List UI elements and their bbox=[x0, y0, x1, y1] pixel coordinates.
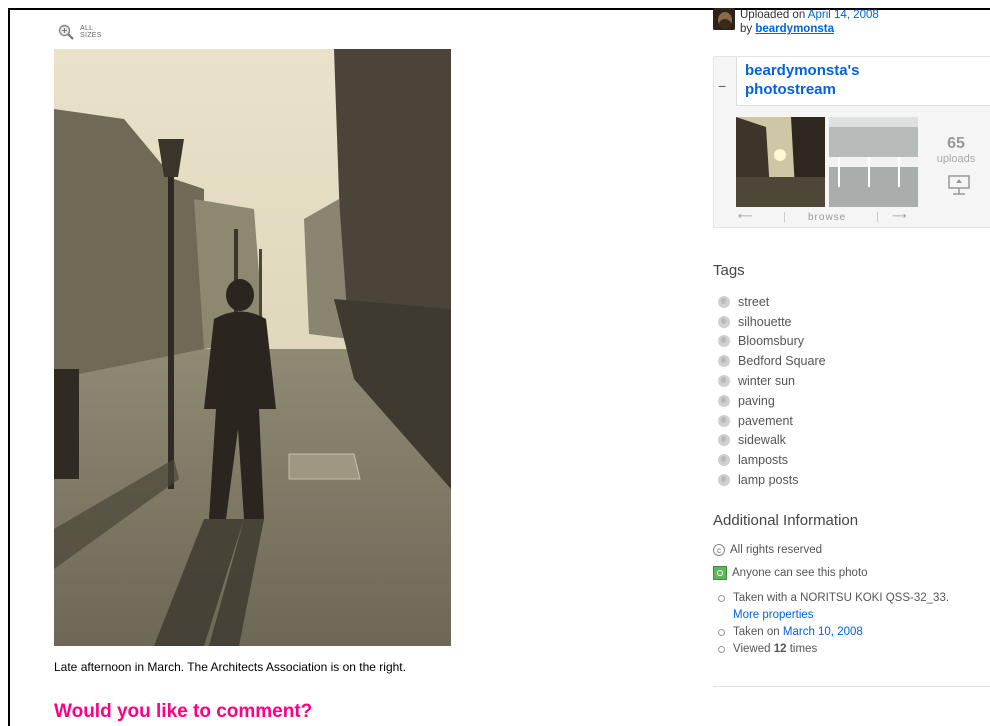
copyright-icon: c bbox=[713, 544, 725, 556]
bullet-icon bbox=[718, 629, 725, 636]
tag-item[interactable]: silhouette bbox=[718, 312, 826, 332]
globe-icon bbox=[718, 434, 730, 447]
tag-item[interactable]: pavement bbox=[718, 411, 826, 431]
uploads-count[interactable]: 65 uploads bbox=[926, 135, 986, 165]
photostream-thumbnail[interactable] bbox=[829, 117, 918, 207]
photostream-header: beardymonsta's photostream bbox=[736, 57, 990, 106]
tag-item[interactable]: lamposts bbox=[718, 450, 826, 470]
all-sizes-label: ALL SIZES bbox=[80, 25, 102, 39]
taken-prefix: Taken on bbox=[733, 626, 780, 638]
tags-heading: Tags bbox=[713, 262, 745, 279]
next-arrow-icon[interactable]: ⟶ bbox=[892, 211, 907, 222]
all-sizes-button[interactable]: ALL SIZES bbox=[58, 24, 106, 40]
views-info: Viewed 12 times bbox=[718, 641, 949, 658]
globe-icon bbox=[718, 454, 730, 467]
tag-item[interactable]: Bedford Square bbox=[718, 351, 826, 371]
tag-item[interactable]: winter sun bbox=[718, 371, 826, 391]
taken-date-link[interactable]: March 10, 2008 bbox=[783, 626, 863, 638]
photo-caption: Late afternoon in March. The Architects … bbox=[54, 660, 406, 674]
tag-item[interactable]: paving bbox=[718, 391, 826, 411]
tag-label: Bloomsbury bbox=[738, 334, 804, 349]
globe-icon bbox=[718, 394, 730, 407]
tag-item[interactable]: sidewalk bbox=[718, 431, 826, 451]
tag-label: lamposts bbox=[738, 453, 789, 468]
avatar[interactable] bbox=[713, 8, 735, 30]
uploaded-prefix: Uploaded on bbox=[740, 9, 806, 21]
previous-arrow-icon[interactable]: ⟵ bbox=[738, 211, 753, 222]
tag-label: pavement bbox=[738, 413, 793, 428]
more-properties-link[interactable]: More properties bbox=[733, 609, 814, 621]
globe-icon bbox=[718, 375, 730, 388]
browse-bar: ⟵ browse ⟶ bbox=[734, 211, 924, 225]
view-count: 12 bbox=[773, 643, 787, 655]
globe-icon bbox=[718, 355, 730, 368]
tag-list: street silhouette Bloomsbury Bedford Squ… bbox=[718, 292, 826, 490]
uploader-info: Uploaded on April 14, 2008 by beardymons… bbox=[713, 8, 879, 36]
globe-icon bbox=[718, 295, 730, 308]
photostream-thumbnail[interactable] bbox=[736, 117, 825, 207]
camera-info: Taken with a NORITSU KOKI QSS-32_33. Mor… bbox=[718, 590, 949, 624]
privacy-text: Anyone can see this photo bbox=[732, 567, 868, 579]
tag-item[interactable]: Bloomsbury bbox=[718, 332, 826, 352]
globe-icon bbox=[718, 335, 730, 348]
license-row[interactable]: c All rights reserved bbox=[713, 544, 822, 556]
viewed-prefix: Viewed bbox=[733, 643, 771, 655]
tag-label: sidewalk bbox=[738, 433, 786, 448]
public-icon bbox=[713, 566, 727, 580]
photostream-title[interactable]: beardymonsta's photostream bbox=[745, 61, 895, 99]
globe-icon bbox=[718, 315, 730, 328]
privacy-row: Anyone can see this photo bbox=[713, 566, 868, 580]
license-text: All rights reserved bbox=[730, 544, 823, 556]
tag-item[interactable]: street bbox=[718, 292, 826, 312]
tag-label: street bbox=[738, 294, 770, 309]
bullet-icon bbox=[718, 646, 725, 653]
uploads-label: uploads bbox=[936, 153, 976, 165]
uploads-number: 65 bbox=[947, 135, 965, 152]
browse-link[interactable]: browse bbox=[808, 212, 846, 223]
by-prefix: by bbox=[740, 23, 753, 35]
tag-label: paving bbox=[738, 393, 775, 408]
username-link[interactable]: beardymonsta bbox=[755, 23, 834, 35]
globe-icon bbox=[718, 414, 730, 427]
tag-label: winter sun bbox=[738, 374, 795, 389]
bullet-icon bbox=[718, 595, 725, 602]
magnifier-icon bbox=[58, 24, 74, 40]
collapse-button[interactable]: − bbox=[718, 79, 730, 93]
taken-on-info: Taken on March 10, 2008 bbox=[718, 624, 949, 641]
comment-prompt[interactable]: Would you like to comment? bbox=[54, 701, 312, 723]
tag-item[interactable]: lamp posts bbox=[718, 470, 826, 490]
globe-icon bbox=[718, 474, 730, 487]
tag-label: silhouette bbox=[738, 314, 792, 329]
main-photo[interactable] bbox=[54, 49, 451, 646]
camera-text: Taken with a NORITSU KOKI QSS-32_33. bbox=[733, 592, 950, 604]
tag-label: Bedford Square bbox=[738, 354, 826, 369]
tag-label: lamp posts bbox=[738, 473, 799, 488]
additional-info-heading: Additional Information bbox=[713, 512, 859, 529]
upload-date-link[interactable]: April 14, 2008 bbox=[808, 9, 879, 21]
photostream-box: − beardymonsta's photostream 65 uploads bbox=[713, 56, 990, 228]
slideshow-icon[interactable] bbox=[948, 175, 970, 200]
photo-metadata: Taken with a NORITSU KOKI QSS-32_33. Mor… bbox=[718, 590, 949, 658]
divider bbox=[713, 686, 990, 687]
viewed-suffix: times bbox=[789, 643, 818, 655]
